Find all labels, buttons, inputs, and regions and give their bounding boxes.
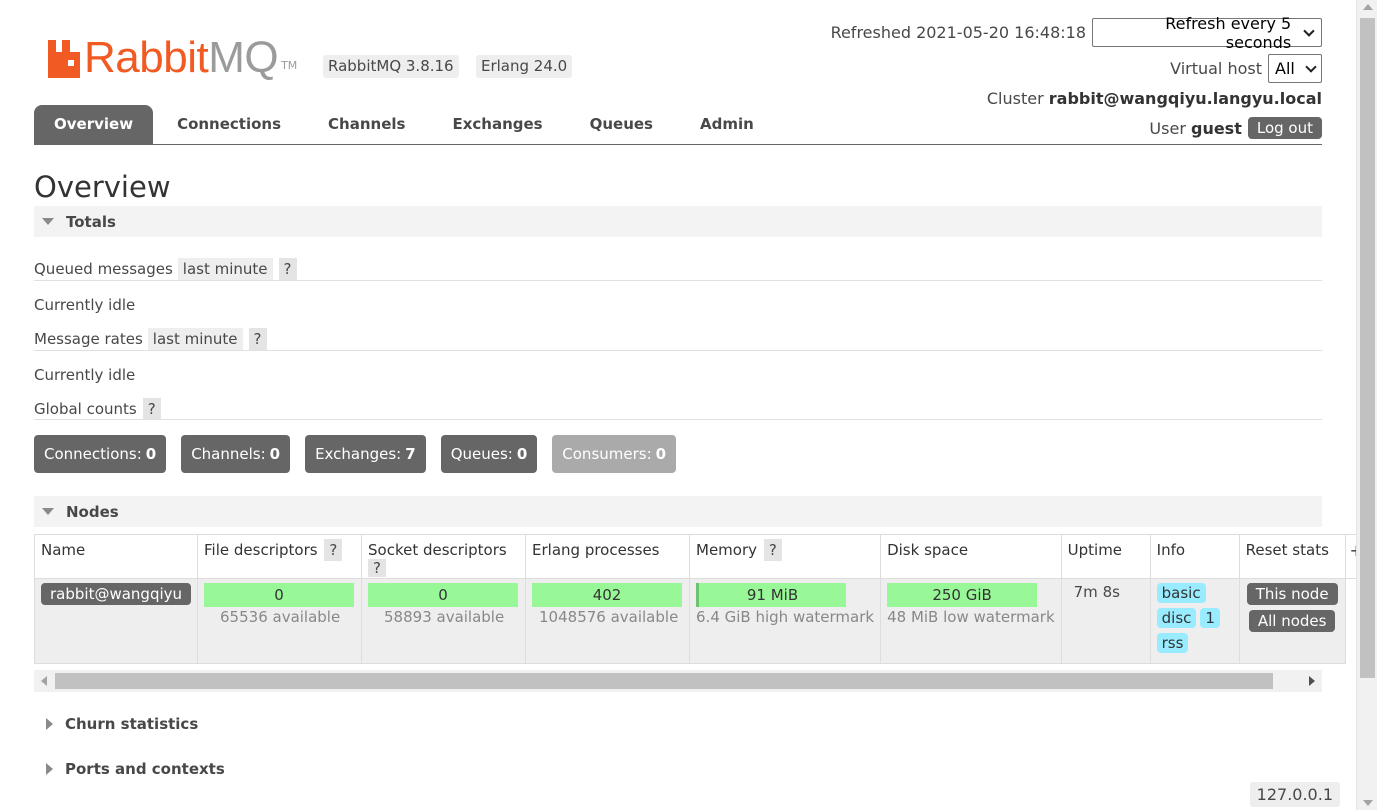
- rabbitmq-version-badge: RabbitMQ 3.8.16: [323, 55, 459, 78]
- collapse-triangle-icon: [42, 218, 54, 225]
- help-button[interactable]: ?: [368, 559, 386, 577]
- scrollbar-thumb[interactable]: [55, 673, 1273, 689]
- column-header-uptime: Uptime: [1060, 534, 1151, 579]
- queued-idle-text: Currently idle: [34, 296, 136, 314]
- erlang-processes-available: 1048576 available: [539, 608, 679, 626]
- disk-low-watermark: 48 MiB low watermark: [887, 608, 1055, 626]
- connections-count-button[interactable]: Connections: 0: [34, 435, 167, 473]
- scroll-right-arrow-icon[interactable]: [1309, 676, 1315, 686]
- help-button[interactable]: ?: [324, 539, 343, 561]
- help-button[interactable]: ?: [248, 328, 267, 350]
- virtual-host-label: Virtual host: [1170, 59, 1262, 78]
- chevron-down-icon: [1305, 60, 1317, 73]
- tab-channels[interactable]: Channels: [305, 105, 428, 144]
- queued-range-selector[interactable]: last minute: [177, 258, 273, 280]
- column-header-file-descriptors: File descriptors ?: [197, 534, 363, 579]
- page-vertical-scrollbar[interactable]: [1356, 0, 1377, 810]
- info-tag-basic: basic: [1156, 583, 1206, 603]
- expand-triangle-icon: [46, 762, 53, 775]
- refreshed-timestamp: Refreshed 2021-05-20 16:48:18: [830, 23, 1086, 42]
- rabbitmq-logo: RabbitMQ TM: [48, 32, 298, 82]
- rates-range-selector[interactable]: last minute: [147, 328, 243, 350]
- virtual-host-value: All: [1275, 59, 1295, 78]
- nodes-section-toggle[interactable]: Nodes: [34, 496, 1322, 527]
- queues-count-button[interactable]: Queues: 0: [440, 435, 538, 473]
- divider: [34, 350, 1322, 351]
- memory-high-watermark: 6.4 GiB high watermark: [696, 608, 875, 626]
- global-counts-label: Global counts: [34, 400, 137, 418]
- queued-messages-label: Queued messages: [34, 260, 173, 278]
- column-header-reset-stats: Reset stats: [1238, 534, 1346, 579]
- file-descriptors-bar: 0: [204, 583, 355, 607]
- info-tag-count: 1: [1200, 608, 1220, 628]
- column-header-memory: Memory ?: [689, 534, 882, 579]
- column-header-socket-descriptors: Socket descriptors?: [361, 534, 527, 579]
- tab-overview[interactable]: Overview: [34, 105, 154, 144]
- column-header-erlang-processes: Erlang processes: [525, 534, 691, 579]
- reset-this-node-button[interactable]: This node: [1246, 583, 1338, 605]
- memory-bar: 91 MiB: [696, 583, 847, 607]
- message-rates-row: Message rates last minute ?: [34, 328, 267, 350]
- socket-descriptors-bar: 0: [368, 583, 519, 607]
- file-descriptors-available: 65536 available: [220, 608, 341, 626]
- queued-messages-row: Queued messages last minute ?: [34, 258, 297, 280]
- nodes-table: Name File descriptors ? Socket descripto…: [33, 534, 1370, 664]
- divider: [34, 419, 1322, 420]
- uptime-value: 7m 8s: [1073, 583, 1120, 601]
- global-counts-row: Global counts ?: [34, 398, 161, 420]
- column-header-info: Info: [1149, 534, 1240, 579]
- socket-descriptors-available: 58893 available: [384, 608, 505, 626]
- scroll-left-arrow-icon[interactable]: [41, 676, 47, 686]
- consumers-count-button[interactable]: Consumers: 0: [552, 435, 677, 473]
- nodes-heading: Nodes: [66, 502, 119, 521]
- help-button[interactable]: ?: [142, 398, 161, 420]
- page-title: Overview: [34, 170, 171, 204]
- main-nav-tabs: Overview Connections Channels Exchanges …: [34, 105, 1322, 145]
- column-header-disk-space: Disk space: [880, 534, 1062, 579]
- chevron-down-icon: [1303, 24, 1315, 37]
- table-row: rabbit@wangqiyu 0 65536 available 0 58893 …: [33, 578, 1370, 664]
- rabbitmq-logo-icon: [48, 40, 80, 78]
- scroll-down-arrow-icon[interactable]: [1363, 800, 1373, 806]
- churn-statistics-section-toggle[interactable]: Churn statistics: [34, 708, 1322, 739]
- expand-triangle-icon: [46, 717, 53, 730]
- logo-trademark: TM: [281, 59, 298, 72]
- help-button[interactable]: ?: [763, 539, 782, 561]
- totals-section-toggle[interactable]: Totals: [34, 206, 1322, 237]
- tab-queues[interactable]: Queues: [567, 105, 676, 144]
- ports-and-contexts-heading: Ports and contexts: [65, 759, 225, 778]
- churn-statistics-heading: Churn statistics: [65, 714, 199, 733]
- channels-count-button[interactable]: Channels: 0: [181, 435, 291, 473]
- refresh-interval-value: Refresh every 5 seconds: [1165, 13, 1292, 52]
- help-button[interactable]: ?: [278, 258, 297, 280]
- node-name-link[interactable]: rabbit@wangqiyu: [41, 583, 192, 605]
- nodes-horizontal-scrollbar[interactable]: [34, 670, 1322, 692]
- disk-space-bar: 250 GiB: [887, 583, 1038, 607]
- virtual-host-select[interactable]: All: [1268, 54, 1322, 83]
- tab-connections[interactable]: Connections: [154, 105, 304, 144]
- server-address-badge: 127.0.0.1: [1249, 782, 1340, 807]
- rates-idle-text: Currently idle: [34, 366, 136, 384]
- logo-wordmark: RabbitMQ: [84, 33, 279, 82]
- erlang-processes-bar: 402: [532, 583, 683, 607]
- erlang-version-badge: Erlang 24.0: [476, 55, 573, 78]
- column-header-name[interactable]: Name: [33, 534, 199, 579]
- exchanges-count-button[interactable]: Exchanges: 7: [305, 435, 426, 473]
- info-tag-disc: disc: [1156, 608, 1197, 628]
- collapse-triangle-icon: [42, 508, 54, 515]
- message-rates-label: Message rates: [34, 330, 143, 348]
- tab-admin[interactable]: Admin: [677, 105, 777, 144]
- scrollbar-thumb[interactable]: [1360, 18, 1375, 678]
- global-counts: Connections: 0 Channels: 0 Exchanges: 7 Que…: [34, 435, 691, 473]
- tab-exchanges[interactable]: Exchanges: [429, 105, 565, 144]
- info-tag-rss: rss: [1156, 633, 1189, 653]
- totals-heading: Totals: [66, 212, 116, 231]
- table-header-row: Name File descriptors ? Socket descripto…: [33, 534, 1370, 579]
- scroll-up-arrow-icon[interactable]: [1363, 4, 1373, 10]
- reset-all-nodes-button[interactable]: All nodes: [1248, 610, 1336, 632]
- divider: [34, 280, 1322, 281]
- refresh-interval-select[interactable]: Refresh every 5 seconds: [1092, 14, 1322, 52]
- ports-and-contexts-section-toggle[interactable]: Ports and contexts: [34, 753, 1322, 784]
